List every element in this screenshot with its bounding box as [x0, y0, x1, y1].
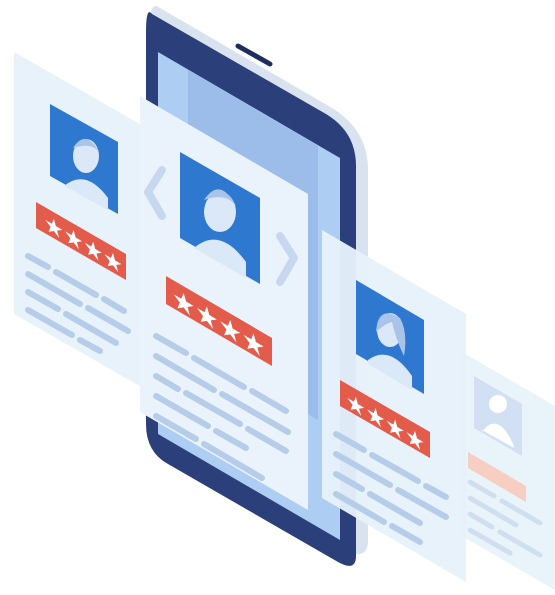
review-carousel-illustration: ★★★★ ★★★★ ★★★★	[14, 6, 555, 590]
review-card-far-left: ★★★★	[14, 52, 150, 392]
review-card-far-right	[462, 352, 555, 590]
